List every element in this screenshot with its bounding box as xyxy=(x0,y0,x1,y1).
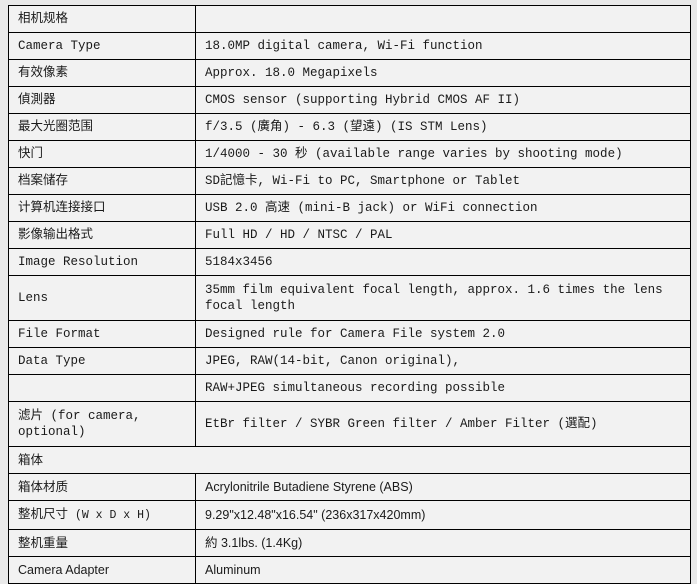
specification-table-container: 相机规格 Camera Type 18.0MP digital camera, Wi… xyxy=(8,5,691,584)
spec-label-file-format: File Format xyxy=(8,320,196,348)
spec-value-file-format: Designed rule for Camera File system 2.0 xyxy=(195,320,691,348)
spec-value-overall-dimensions: 9.29"x12.48"x16.54" (236x317x420mm) xyxy=(195,500,691,530)
spec-value-data-type: JPEG, RAW(14-bit, Canon original), xyxy=(195,347,691,375)
table-row: Lens 35mm film equivalent focal length, a… xyxy=(8,275,691,321)
spec-value-data-type-continued: RAW+JPEG simultaneous recording possible xyxy=(195,374,691,402)
spec-label-camera-type: Camera Type xyxy=(8,32,196,60)
spec-label-enclosure-material: 箱体材质 xyxy=(8,473,196,501)
spec-label-enclosure-section: 箱体 xyxy=(8,446,691,474)
spec-value-effective-pixels: Approx. 18.0 Megapixels xyxy=(195,59,691,87)
table-row: 滤片 (for camera, optional) EtBr filter / S… xyxy=(8,401,691,447)
table-row: 箱体 xyxy=(8,446,691,474)
spec-label-max-aperture-range: 最大光圈范围 xyxy=(8,113,196,141)
table-row: 偵測器 CMOS sensor (supporting Hybrid CMOS A… xyxy=(8,86,691,114)
spec-value-camera-spec-header xyxy=(195,5,691,33)
table-row: Image Resolution 5184x3456 xyxy=(8,248,691,276)
specification-table-body: 相机规格 Camera Type 18.0MP digital camera, Wi… xyxy=(8,5,691,584)
spec-value-image-resolution: 5184x3456 xyxy=(195,248,691,276)
spec-value-computer-interface: USB 2.0 高速 (mini-B jack) or WiFi connect… xyxy=(195,194,691,222)
table-row: File Format Designed rule for Camera File… xyxy=(8,320,691,348)
spec-label-shutter: 快门 xyxy=(8,140,196,168)
spec-label-file-storage: 档案储存 xyxy=(8,167,196,195)
spec-label-computer-interface: 计算机连接接口 xyxy=(8,194,196,222)
spec-value-file-storage: SD記憶卡, Wi-Fi to PC, Smartphone or Tablet xyxy=(195,167,691,195)
spec-value-shutter: 1/4000 - 30 秒 (available range varies by… xyxy=(195,140,691,168)
spec-label-units: (W x D x H) xyxy=(74,509,151,522)
table-row: 有效像素 Approx. 18.0 Megapixels xyxy=(8,59,691,87)
spec-label-lens: Lens xyxy=(8,275,196,321)
table-row: 计算机连接接口 USB 2.0 高速 (mini-B jack) or WiFi … xyxy=(8,194,691,222)
table-row: 档案储存 SD記憶卡, Wi-Fi to PC, Smartphone or Ta… xyxy=(8,167,691,195)
table-row: 相机规格 xyxy=(8,5,691,33)
spec-label-image-resolution: Image Resolution xyxy=(8,248,196,276)
table-row: 箱体材质 Acrylonitrile Butadiene Styrene (ABS… xyxy=(8,473,691,501)
spec-value-enclosure-material: Acrylonitrile Butadiene Styrene (ABS) xyxy=(195,473,691,501)
spec-label-overall-dimensions: 整机尺寸 (W x D x H) xyxy=(8,500,196,530)
table-row: 整机尺寸 (W x D x H) 9.29"x12.48"x16.54" (236… xyxy=(8,500,691,530)
spec-value-max-aperture-range: f/3.5 (廣角) - 6.3 (望遠) (IS STM Lens) xyxy=(195,113,691,141)
spec-label-sensor: 偵測器 xyxy=(8,86,196,114)
spec-label-effective-pixels: 有效像素 xyxy=(8,59,196,87)
spec-value-video-output-format: Full HD / HD / NTSC / PAL xyxy=(195,221,691,249)
table-row: Camera Adapter Aluminum xyxy=(8,556,691,584)
table-row: 最大光圈范围 f/3.5 (廣角) - 6.3 (望遠) (IS STM Lens… xyxy=(8,113,691,141)
spec-value-camera-type: 18.0MP digital camera, Wi-Fi function xyxy=(195,32,691,60)
table-row: Data Type JPEG, RAW(14-bit, Canon origina… xyxy=(8,347,691,375)
spec-label-camera-adapter: Camera Adapter xyxy=(8,556,196,584)
spec-label-camera-spec-header: 相机规格 xyxy=(8,5,196,33)
spec-label-main: 整机尺寸 xyxy=(18,507,69,521)
table-row: 快门 1/4000 - 30 秒 (available range varies … xyxy=(8,140,691,168)
spec-label-filter: 滤片 (for camera, optional) xyxy=(8,401,196,447)
table-row: RAW+JPEG simultaneous recording possible xyxy=(8,374,691,402)
table-row: Camera Type 18.0MP digital camera, Wi-Fi … xyxy=(8,32,691,60)
spec-label-data-type: Data Type xyxy=(8,347,196,375)
spec-label-video-output-format: 影像输出格式 xyxy=(8,221,196,249)
spec-value-lens: 35mm film equivalent focal length, appro… xyxy=(195,275,691,321)
spec-label-data-type-continued xyxy=(8,374,196,402)
spec-value-camera-adapter: Aluminum xyxy=(195,556,691,584)
spec-value-filter: EtBr filter / SYBR Green filter / Amber … xyxy=(195,401,691,447)
camera-specification-table: 相机规格 Camera Type 18.0MP digital camera, Wi… xyxy=(8,5,691,584)
table-row: 影像输出格式 Full HD / HD / NTSC / PAL xyxy=(8,221,691,249)
spec-value-sensor: CMOS sensor (supporting Hybrid CMOS AF I… xyxy=(195,86,691,114)
